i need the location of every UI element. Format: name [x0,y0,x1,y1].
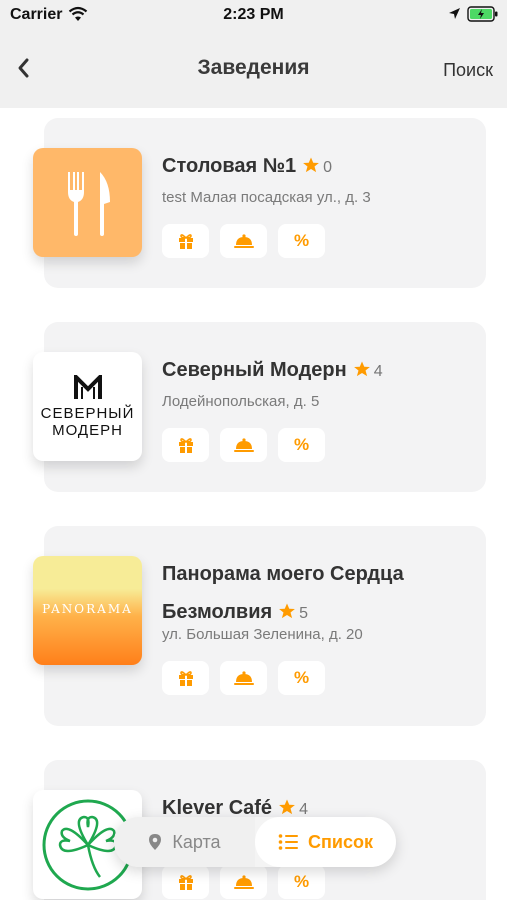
percent-icon: % [293,231,310,250]
place-features: % [162,224,325,258]
map-view-label: Карта [172,831,221,852]
place-rating: 4 [299,801,308,818]
place-name[interactable]: Панорама моего Сердца Безмолвия 5 [162,555,462,633]
clock: 2:23 PM [223,6,284,23]
places-list: Столовая №1 0 test Малая посадская ул., д… [0,108,507,900]
map-pin-icon [149,834,162,850]
gift-badge[interactable] [162,865,209,899]
view-switcher: Карта Список [114,817,396,867]
place-address: ул. Большая Зеленина, д. 20 [162,626,363,643]
gift-icon [178,875,193,890]
logo-text-line2: МОДЕРН [52,421,123,439]
place-name[interactable]: Северный Модерн 4 [162,351,462,391]
place-rating: 4 [373,363,383,380]
cloche-icon [233,234,254,248]
gift-icon [178,234,193,249]
gift-badge[interactable] [162,661,209,695]
gift-icon [178,671,193,686]
cloche-icon [233,875,254,889]
page-title: Заведения [197,56,310,79]
cloche-icon [233,438,254,452]
place-logo: PANORAMA [33,556,142,665]
delivery-badge[interactable] [220,661,267,695]
logo-text: PANORAMA [42,601,133,616]
place-rating: 5 [299,605,309,622]
percent-icon: % [293,668,310,687]
delivery-badge[interactable] [220,865,267,899]
percent-icon: % [293,872,310,891]
list-icon [278,834,299,850]
status-bar: Carrier 2:23 PM [0,0,507,30]
m-monogram-icon [73,374,102,399]
star-icon [279,799,295,815]
star-icon [353,361,370,377]
delivery-badge[interactable] [220,428,267,462]
place-rating: 0 [323,159,333,176]
place-address: test Малая посадская ул., д. 3 [162,189,371,206]
cloche-icon [233,671,254,685]
search-button[interactable]: Поиск [443,60,493,81]
place-features: % [162,865,325,899]
list-view-button[interactable]: Список [255,817,396,867]
place-address: Лодейнопольская, д. 5 [162,393,320,410]
logo-text-line1: СЕВЕРНЫЙ [40,404,135,422]
place-features: % [162,428,325,462]
map-view-button[interactable]: Карта [114,817,255,867]
navigation-bar: Заведения Поиск [0,30,507,108]
discount-badge[interactable]: % [278,224,325,258]
list-view-label: Список [308,831,373,852]
star-icon [303,157,320,173]
place-logo: СЕВЕРНЫЙ МОДЕРН [33,352,142,461]
gift-badge[interactable] [162,428,209,462]
discount-badge[interactable]: % [278,428,325,462]
battery-icon [467,5,499,28]
gift-badge[interactable] [162,224,209,258]
location-arrow-icon [448,7,461,25]
percent-icon: % [293,435,310,454]
gift-icon [178,438,193,453]
place-name[interactable]: Столовая №1 0 [162,147,462,187]
delivery-badge[interactable] [220,224,267,258]
star-icon [279,603,296,619]
discount-badge[interactable]: % [278,661,325,695]
place-features: % [162,661,325,695]
discount-badge[interactable]: % [278,865,325,899]
place-logo [33,148,142,257]
fork-knife-icon [67,171,110,236]
